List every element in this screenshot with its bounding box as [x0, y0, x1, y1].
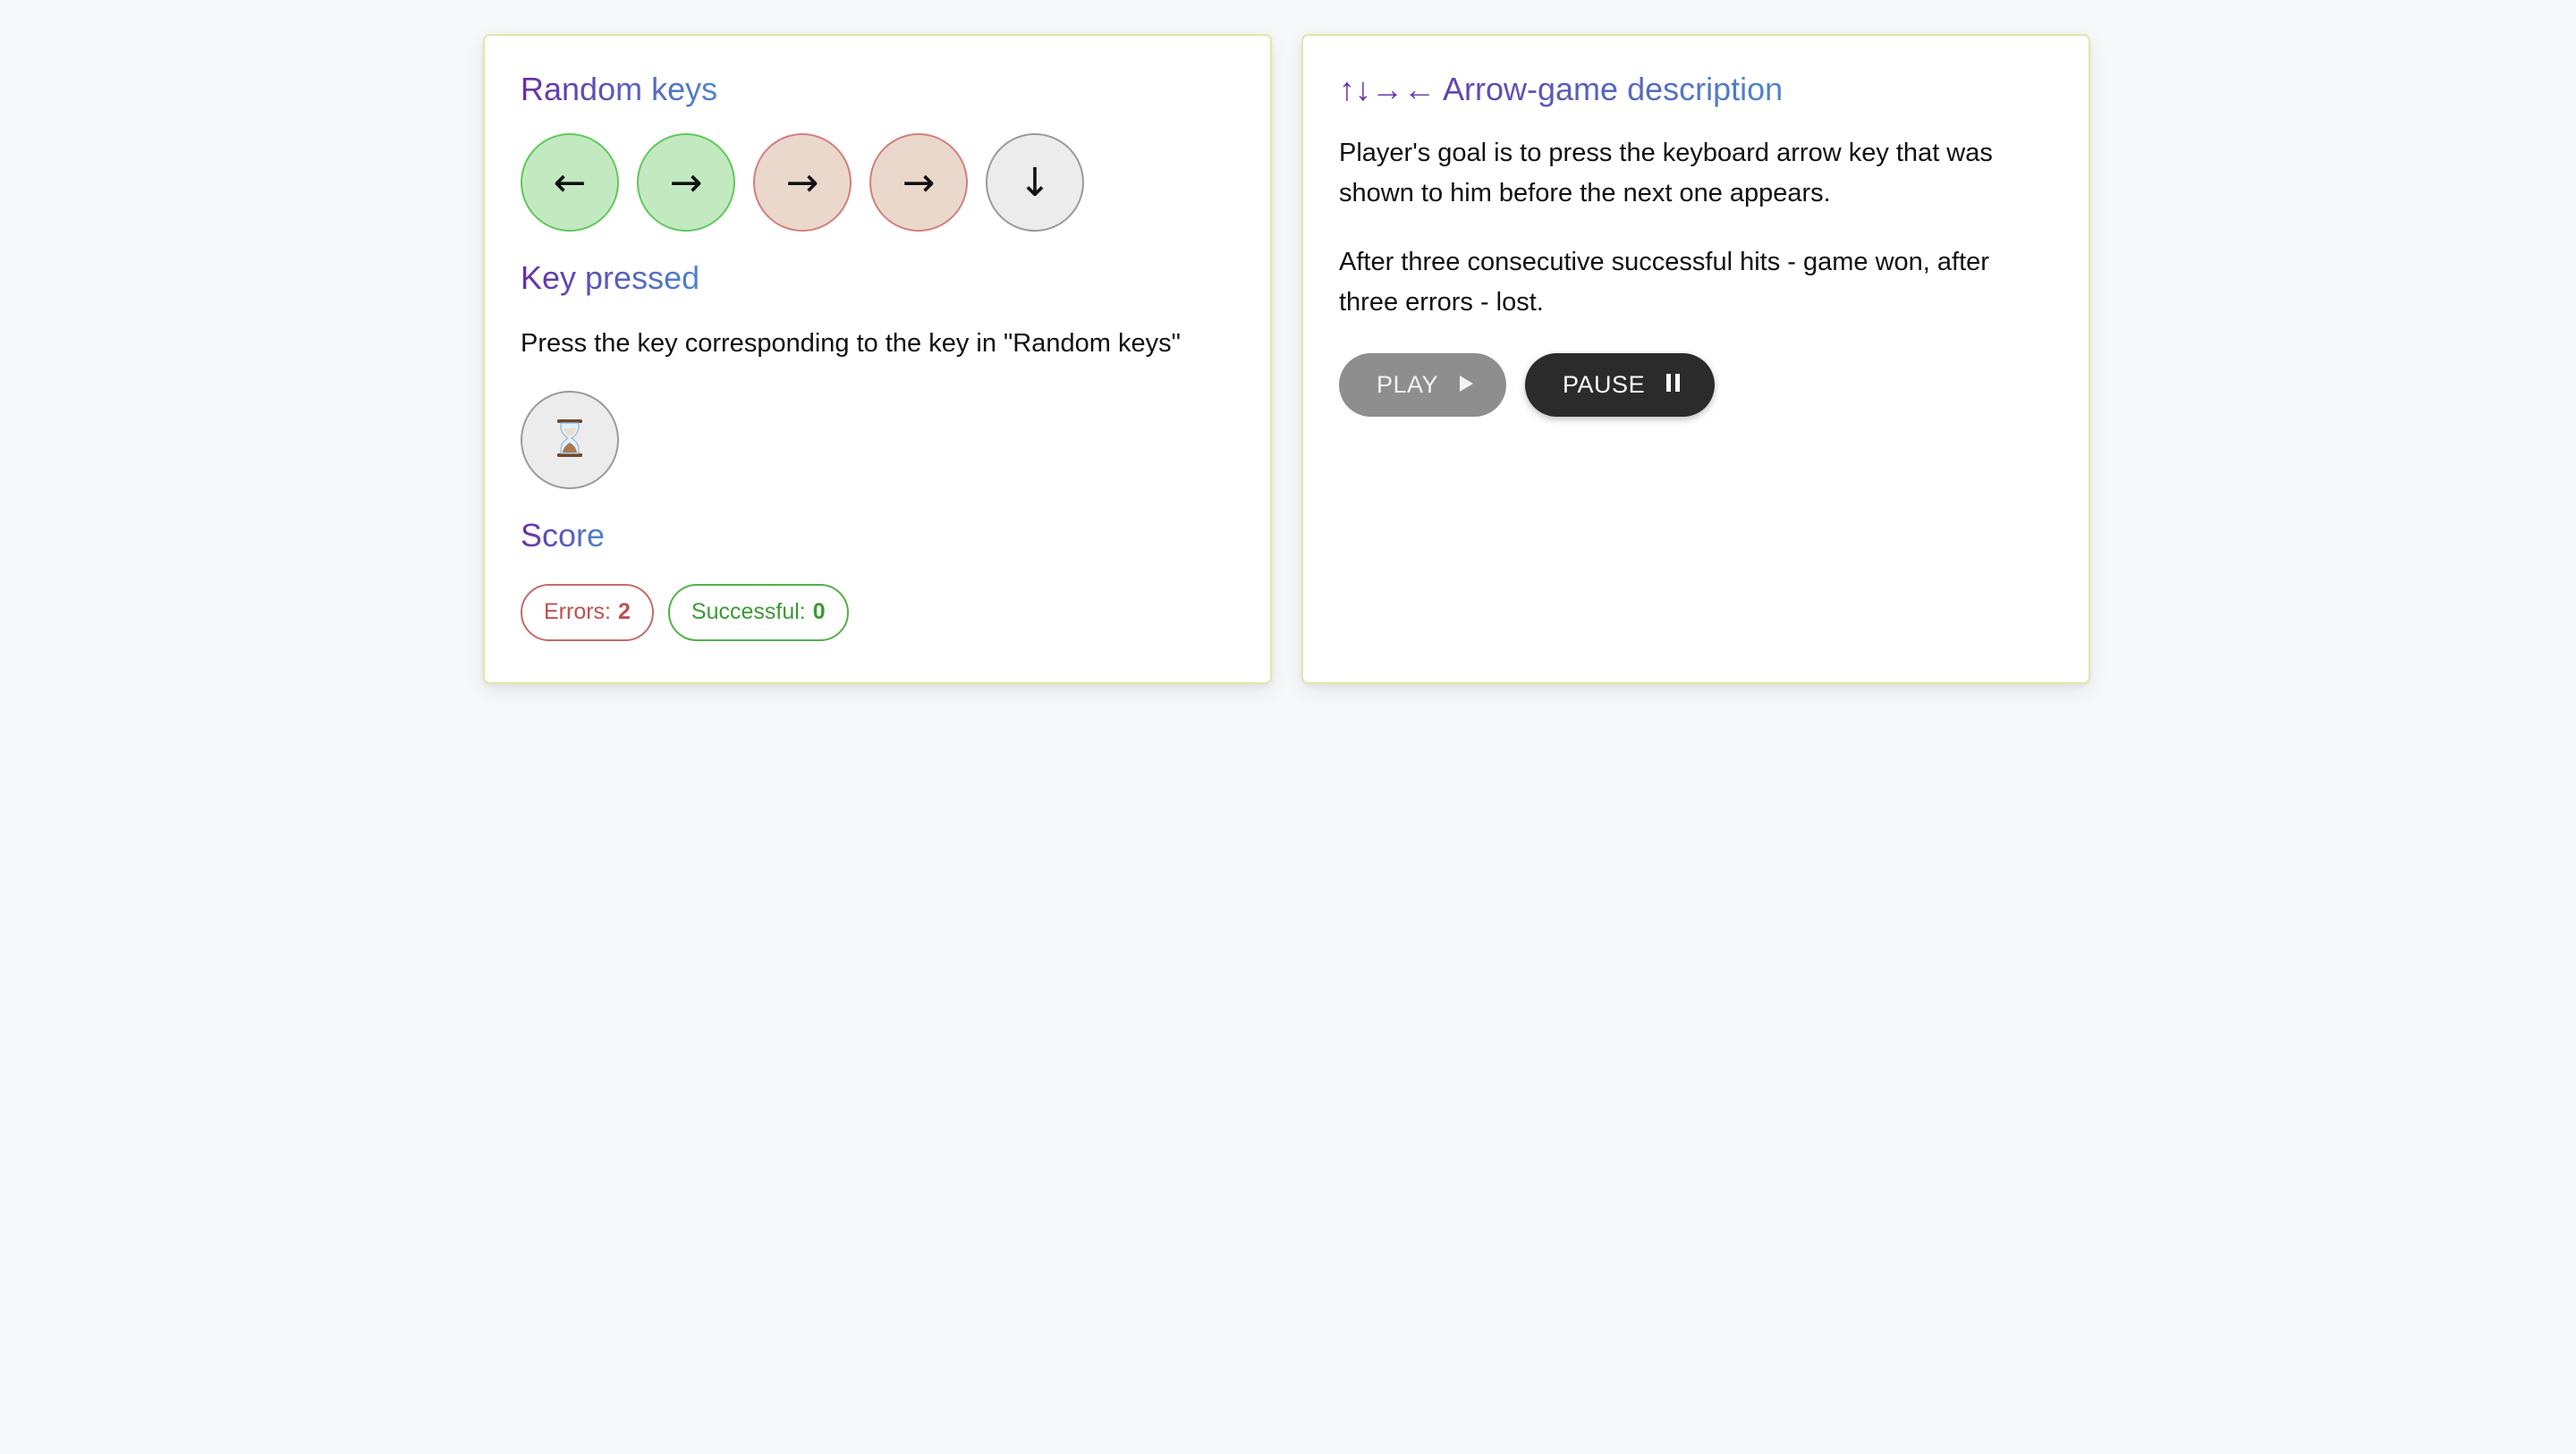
description-paragraph: Player's goal is to press the keyboard a… [1339, 139, 1993, 208]
errors-label: Errors: [544, 599, 611, 625]
controls-row: PLAY PAUSE [1339, 353, 2053, 418]
successful-label: Successful: [691, 599, 806, 625]
random-key: ← [521, 133, 619, 232]
score-title: Score [521, 517, 606, 554]
description-card: ↑↓→← Arrow-game description Player's goa… [1301, 34, 2090, 684]
successful-count: 0 [812, 599, 826, 625]
pause-icon [1665, 371, 1682, 399]
random-keys-title: Random keys [521, 71, 718, 107]
game-card: Random keys ← → → → ↓ Key pressed Press … [483, 34, 1272, 684]
play-label: PLAY [1377, 371, 1439, 399]
pause-label: PAUSE [1563, 371, 1646, 399]
description-title: ↑↓→← Arrow-game description [1339, 71, 1784, 107]
instruction-text: Press the key corresponding to the key i… [521, 329, 1181, 359]
score-row: Errors: 2 Successful: 0 [521, 583, 1234, 641]
random-keys-row: ← → → → ↓ [521, 133, 1234, 232]
successful-badge: Successful: 0 [667, 583, 849, 641]
random-key: → [753, 133, 852, 232]
play-icon [1458, 371, 1474, 399]
errors-badge: Errors: 2 [521, 583, 654, 641]
main-layout: Random keys ← → → → ↓ Key pressed Press … [483, 34, 2090, 684]
pressed-key-indicator [521, 391, 619, 490]
pause-button[interactable]: PAUSE [1525, 353, 1716, 418]
random-key: → [637, 133, 735, 232]
description-paragraph: After three consecutive successful hits … [1339, 248, 1989, 317]
hourglass-icon [555, 418, 585, 462]
play-button[interactable]: PLAY [1339, 353, 1507, 418]
key-pressed-title: Key pressed [521, 259, 700, 297]
random-key: ↓ [986, 133, 1084, 232]
random-key: → [869, 133, 968, 232]
errors-count: 2 [618, 599, 631, 625]
